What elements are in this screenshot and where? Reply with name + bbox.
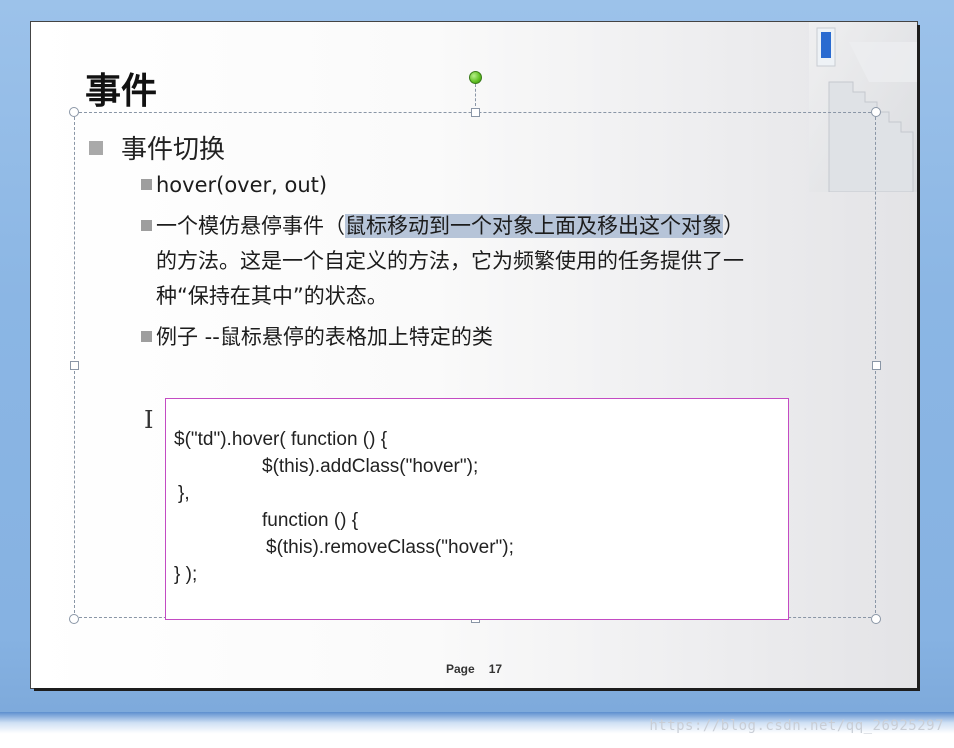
selected-text-highlight[interactable]: 鼠标移动到一个对象上面及移出这个对象	[345, 214, 723, 238]
resize-handle-left[interactable]	[70, 361, 79, 370]
resize-handle-top-right[interactable]	[871, 107, 881, 117]
bullet-square-icon	[141, 179, 152, 190]
code-line: },	[178, 483, 190, 504]
page-number: 17	[488, 662, 503, 676]
page-label: Page	[446, 662, 475, 676]
resize-handle-top-left[interactable]	[69, 107, 79, 117]
sub-bullet-text-post: ）	[723, 214, 744, 238]
resize-handle-right[interactable]	[872, 361, 881, 370]
code-line: } );	[174, 564, 198, 585]
sub-bullet-text: 例子 --鼠标悬停的表格加上特定的类	[156, 325, 493, 349]
sub-bullet-example: 例子 --鼠标悬停的表格加上特定的类	[141, 320, 493, 355]
rotate-handle-icon[interactable]	[469, 71, 482, 84]
code-sample-box[interactable]: $("td").hover( function () { $(this).add…	[165, 398, 789, 620]
code-line: $(this).removeClass("hover");	[266, 537, 514, 558]
sub-bullet-text-line2: 的方法。这是一个自定义的方法，它为频繁使用的任务提供了一	[156, 249, 744, 273]
sub-bullet-hover: hover(over, out)	[141, 168, 327, 203]
bullet-square-icon	[141, 220, 152, 231]
bullet-level1-text: 事件切换	[121, 135, 226, 165]
sub-bullet-text-line3: 种“保持在其中”的状态。	[156, 284, 388, 308]
bullet-level1: 事件切换	[89, 129, 225, 166]
code-line: $(this).addClass("hover");	[262, 456, 479, 477]
bullet-square-icon	[89, 140, 103, 155]
text-cursor-icon: I	[144, 406, 154, 434]
bullet-square-icon	[141, 331, 152, 342]
slide-title[interactable]: 事件	[85, 62, 157, 114]
slide-canvas[interactable]: 事件 事件切换 hover(over, out) 一个模仿悬停事件（鼠标移动到一…	[31, 22, 917, 688]
code-line: function () {	[262, 510, 359, 531]
watermark: https://blog.csdn.net/qq_26925297	[649, 718, 944, 734]
resize-handle-top[interactable]	[471, 108, 480, 117]
code-line: $("td").hover( function () {	[174, 429, 388, 450]
resize-handle-bottom-left[interactable]	[69, 614, 79, 624]
rotate-handle-stem	[475, 84, 476, 106]
page-footer: Page 17	[446, 662, 502, 676]
sub-bullet-description: 一个模仿悬停事件（鼠标移动到一个对象上面及移出这个对象） 的方法。这是一个自定义…	[141, 209, 744, 314]
sub-bullet-text: hover(over, out)	[156, 173, 328, 197]
resize-handle-bottom-right[interactable]	[871, 614, 881, 624]
sub-bullet-text-pre: 一个模仿悬停事件（	[156, 214, 345, 238]
